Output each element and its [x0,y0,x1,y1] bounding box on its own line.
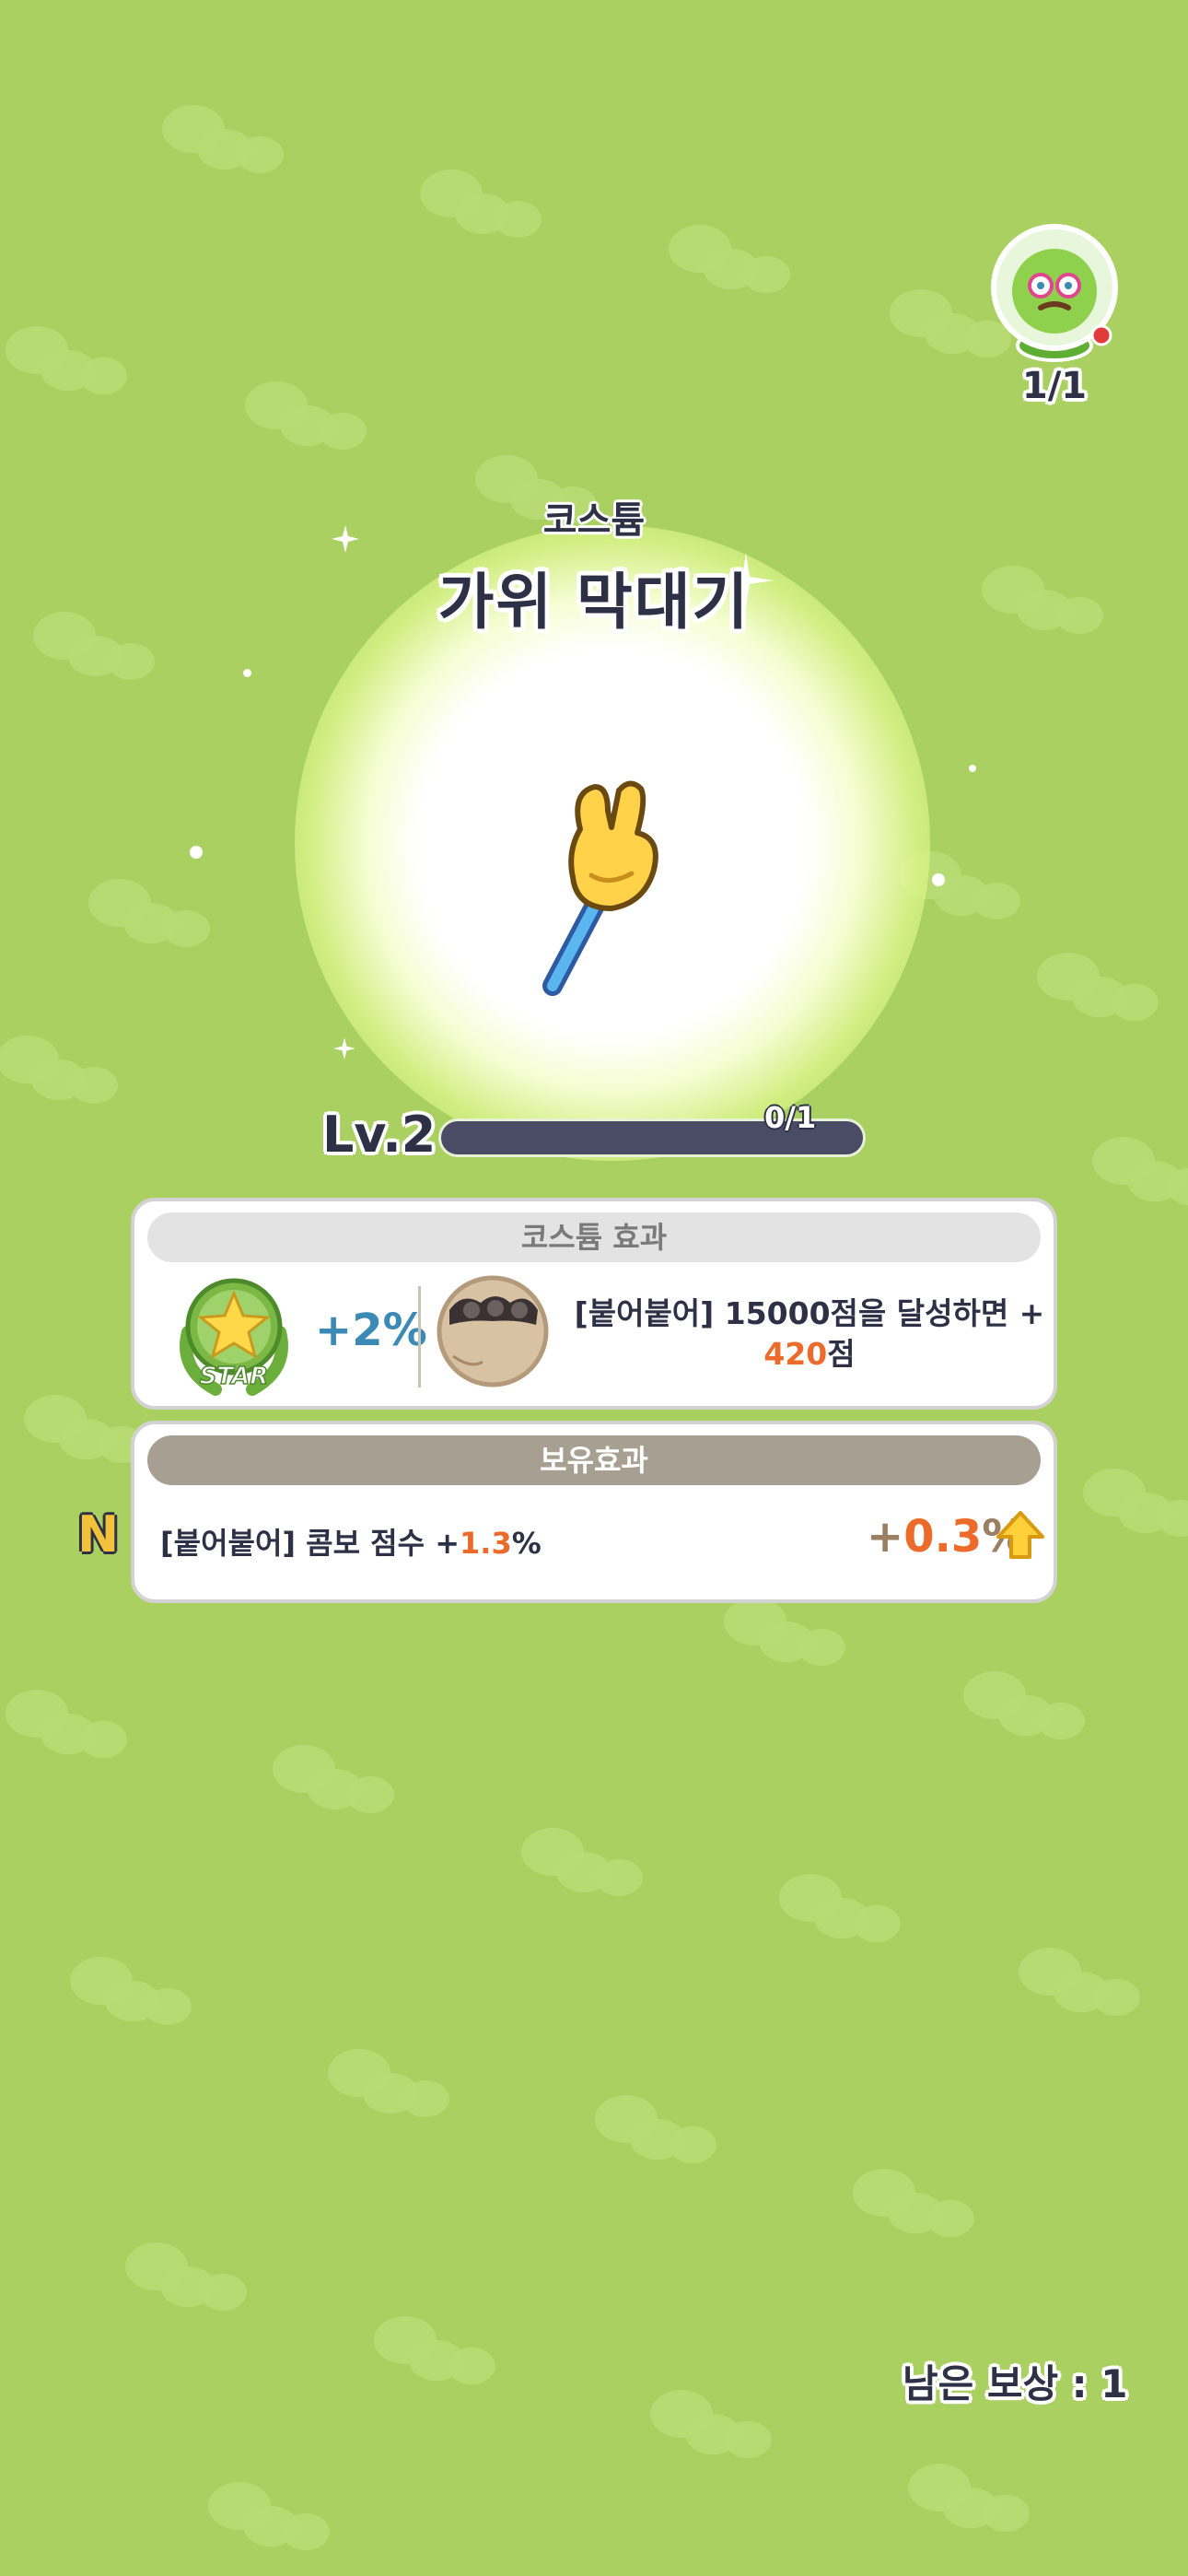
star-badge-icon: STAR [180,1278,288,1396]
item-category-label: 코스튬 [542,499,646,542]
level-label: Lv.2 [322,1106,437,1164]
sparkle-dot [932,873,945,886]
costume-effect-panel: 코스튬 효과 STAR +2% [붙어붙어] 15000점을 달성하면 + 42… [131,1198,1057,1410]
remaining-reward-text: 남은 보상 : 1 [903,2361,1128,2406]
upgrade-arrow-icon[interactable] [995,1509,1046,1561]
collection-counter[interactable]: 1/1 [976,212,1133,415]
costume-bonus-percent: +2% [315,1305,427,1356]
sparkle-dot [969,765,976,772]
costume-effect-description: [붙어붙어] 15000점을 달성하면 + 420점 [565,1294,1054,1375]
costume-effect-header: 코스튬 효과 [147,1212,1041,1262]
cookie-avatar-icon [437,1275,549,1388]
effect-divider [418,1286,421,1388]
holding-effect-panel: 보유효과 [붙어붙어] 콤보 점수 +1.3% +0.3% [131,1421,1057,1603]
costume-effect-desc-value: 420 [763,1336,828,1372]
holding-effect-header: 보유효과 [147,1435,1041,1485]
holding-bonus-number: 0.3 [903,1511,983,1563]
holding-desc-text: [붙어붙어] 콤보 점수 + [160,1526,460,1561]
costume-effect-desc-suffix: 점 [827,1336,856,1372]
item-name-title: 가위 막대기 [437,567,751,638]
star-badge-text: STAR [200,1363,269,1390]
level-progress-text: 0/1 [764,1100,817,1135]
holding-bonus-plus: + [867,1511,904,1563]
sparkle-dot [243,669,251,677]
costume-effect-desc-text: [붙어붙어] 15000점을 달성하면 + [574,1295,1045,1331]
gacha-capsule-icon [991,224,1118,362]
sparkle-icon [333,1037,355,1060]
holding-effect-description: [붙어붙어] 콤보 점수 +1.3% [160,1520,542,1563]
holding-desc-value: 1.3 [460,1526,512,1561]
sparkle-dot [190,846,203,859]
grade-badge: N [77,1505,120,1563]
holding-desc-suffix: % [511,1526,542,1561]
scissors-stick-icon [542,780,658,996]
collection-count-text: 1/1 [1021,365,1088,407]
